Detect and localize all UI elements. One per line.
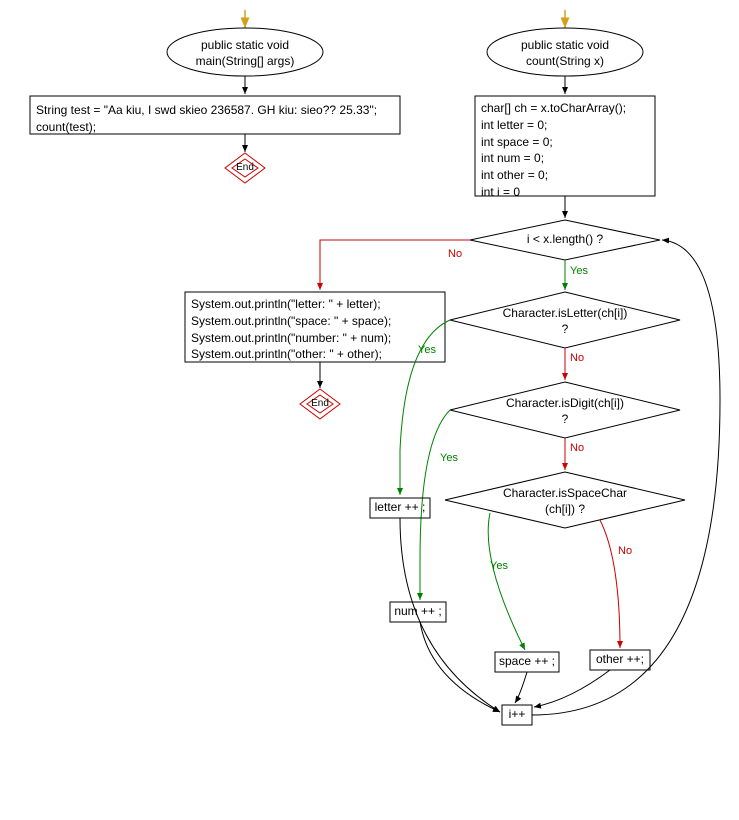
isdigit-cond: Character.isDigit(ch[i])? bbox=[490, 396, 640, 427]
space-inc-box: space ++ ; bbox=[495, 654, 559, 670]
count-start-node: public static voidcount(String x) bbox=[490, 38, 640, 69]
i-inc-box: i++ bbox=[502, 707, 532, 723]
letter-inc-box: letter ++ ; bbox=[370, 500, 430, 516]
count-end-label: End bbox=[305, 397, 335, 410]
isdigit-no-label: No bbox=[570, 442, 584, 454]
isdigit-yes-label: Yes bbox=[440, 452, 458, 464]
isletter-cond: Character.isLetter(ch[i])? bbox=[490, 306, 640, 337]
main-end-label: End bbox=[230, 161, 260, 174]
isletter-yes-label: Yes bbox=[418, 344, 436, 356]
loop-cond: i < x.length() ? bbox=[500, 232, 630, 248]
print-box: System.out.println("letter: " + letter);… bbox=[185, 292, 445, 367]
isspace-no-label: No bbox=[618, 545, 632, 557]
loop-yes-label: Yes bbox=[570, 265, 588, 277]
other-inc-box: other ++; bbox=[590, 652, 650, 668]
num-inc-box: num ++ ; bbox=[390, 604, 446, 620]
main-body-box: String test = "Aa kiu, I swd skieo 23658… bbox=[30, 98, 400, 140]
main-start-node: public static voidmain(String[] args) bbox=[170, 38, 320, 69]
init-box: char[] ch = x.toCharArray();int letter =… bbox=[475, 96, 655, 205]
loop-no-label: No bbox=[448, 248, 462, 260]
isletter-no-label: No bbox=[570, 352, 584, 364]
isspace-cond: Character.isSpaceChar(ch[i]) ? bbox=[490, 486, 640, 517]
isspace-yes-label: Yes bbox=[490, 560, 508, 572]
